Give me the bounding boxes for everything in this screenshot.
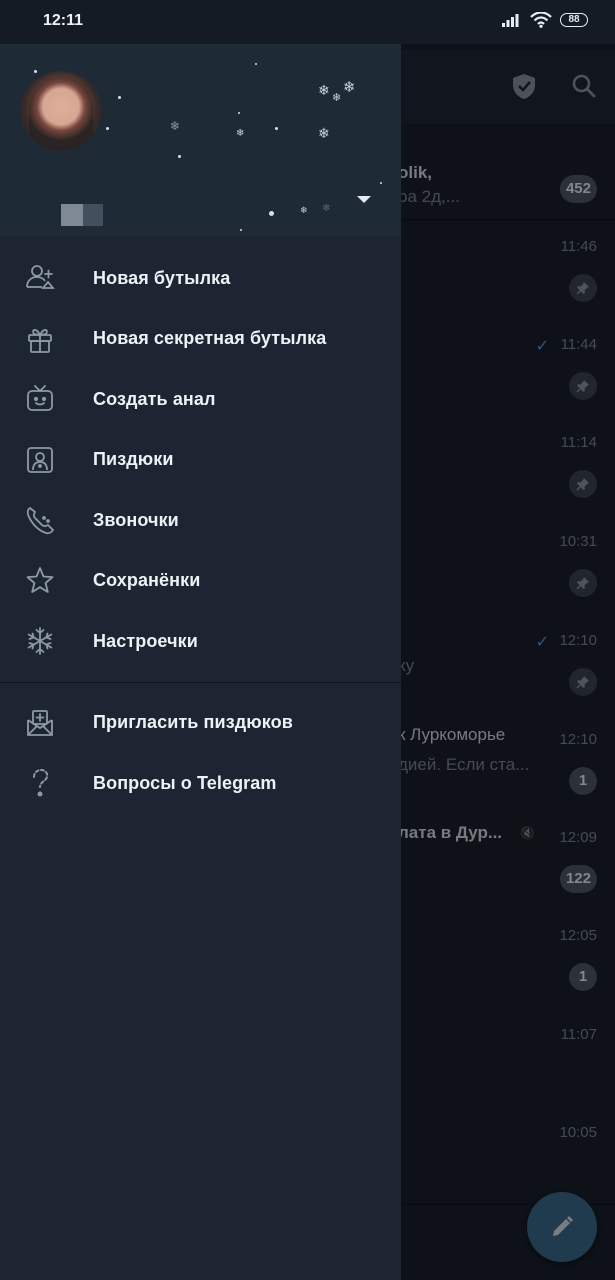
signal-icon [502, 13, 522, 27]
invite-envelope-icon [24, 707, 56, 739]
menu-item-label: Пиздюки [93, 449, 174, 470]
snow-dot [106, 127, 109, 130]
menu-item-label: Новая секретная бутылка [93, 328, 327, 349]
snow-dot [178, 155, 181, 158]
navigation-drawer: ❄ ❄ ❄ ❄ ❄ ❄ ❄ ❄ Новая бутылка Новая секр… [0, 0, 401, 1280]
drawer-menu: Новая бутылка Новая секретная бутылка Со… [0, 248, 401, 814]
snow-dot [34, 70, 37, 73]
menu-item-telegram-faq[interactable]: Вопросы о Telegram [0, 753, 401, 814]
snow-dot [380, 182, 382, 184]
snow-dot [240, 229, 242, 231]
account-name-redacted [83, 204, 103, 226]
menu-item-label: Звоночки [93, 509, 179, 530]
account-switch-arrow-icon[interactable] [357, 196, 371, 203]
menu-item-saved[interactable]: Сохранёнки [0, 551, 401, 612]
snowflake-decoration-icon: ❄ [236, 128, 245, 139]
menu-item-label: Пригласить пиздюков [93, 712, 293, 733]
snowflake-decoration-icon: ❄ [343, 79, 356, 96]
menu-item-label: Вопросы о Telegram [93, 772, 277, 793]
menu-item-label: Новая бутылка [93, 267, 231, 288]
menu-item-calls[interactable]: Звоночки [0, 490, 401, 551]
battery-indicator: 88 [560, 13, 588, 27]
snow-dot [269, 211, 274, 216]
snow-dot [118, 96, 121, 99]
tv-channel-icon [24, 383, 56, 415]
snowflake-decoration-icon: ❄ [318, 125, 330, 141]
menu-divider [0, 681, 401, 683]
status-bar: 12:11 88 [0, 0, 615, 44]
snowflake-decoration-icon: ❄ [322, 203, 331, 214]
menu-item-label: Сохранёнки [93, 570, 201, 591]
menu-item-label: Настроечки [93, 630, 198, 651]
calls-icon [24, 504, 56, 536]
snow-dot [275, 127, 278, 130]
candy-cane-question-icon [24, 767, 56, 799]
snowflake-decoration-icon: ❄ [332, 92, 342, 104]
menu-item-new-channel[interactable]: Создать анал [0, 369, 401, 430]
snowflake-decoration-icon: ❄ [300, 205, 308, 215]
gift-icon [24, 323, 56, 355]
snow-dot [238, 112, 240, 114]
wifi-icon [530, 12, 552, 28]
star-icon [24, 565, 56, 597]
account-name-redacted [61, 204, 83, 226]
snowflake-decoration-icon: ❄ [170, 119, 181, 133]
menu-item-contacts[interactable]: Пиздюки [0, 430, 401, 491]
status-time: 12:11 [43, 12, 84, 29]
menu-item-settings[interactable]: Настроечки [0, 611, 401, 672]
menu-item-label: Создать анал [93, 388, 216, 409]
menu-item-new-secret-chat[interactable]: Новая секретная бутылка [0, 309, 401, 370]
contacts-icon [24, 444, 56, 476]
snowflake-icon [24, 625, 56, 657]
snowflake-decoration-icon: ❄ [318, 82, 330, 98]
snow-dot [255, 63, 257, 65]
menu-item-invite-friends[interactable]: Пригласить пиздюков [0, 693, 401, 754]
menu-item-new-group[interactable]: Новая бутылка [0, 248, 401, 309]
avatar[interactable] [21, 71, 101, 151]
new-group-icon [24, 262, 56, 294]
